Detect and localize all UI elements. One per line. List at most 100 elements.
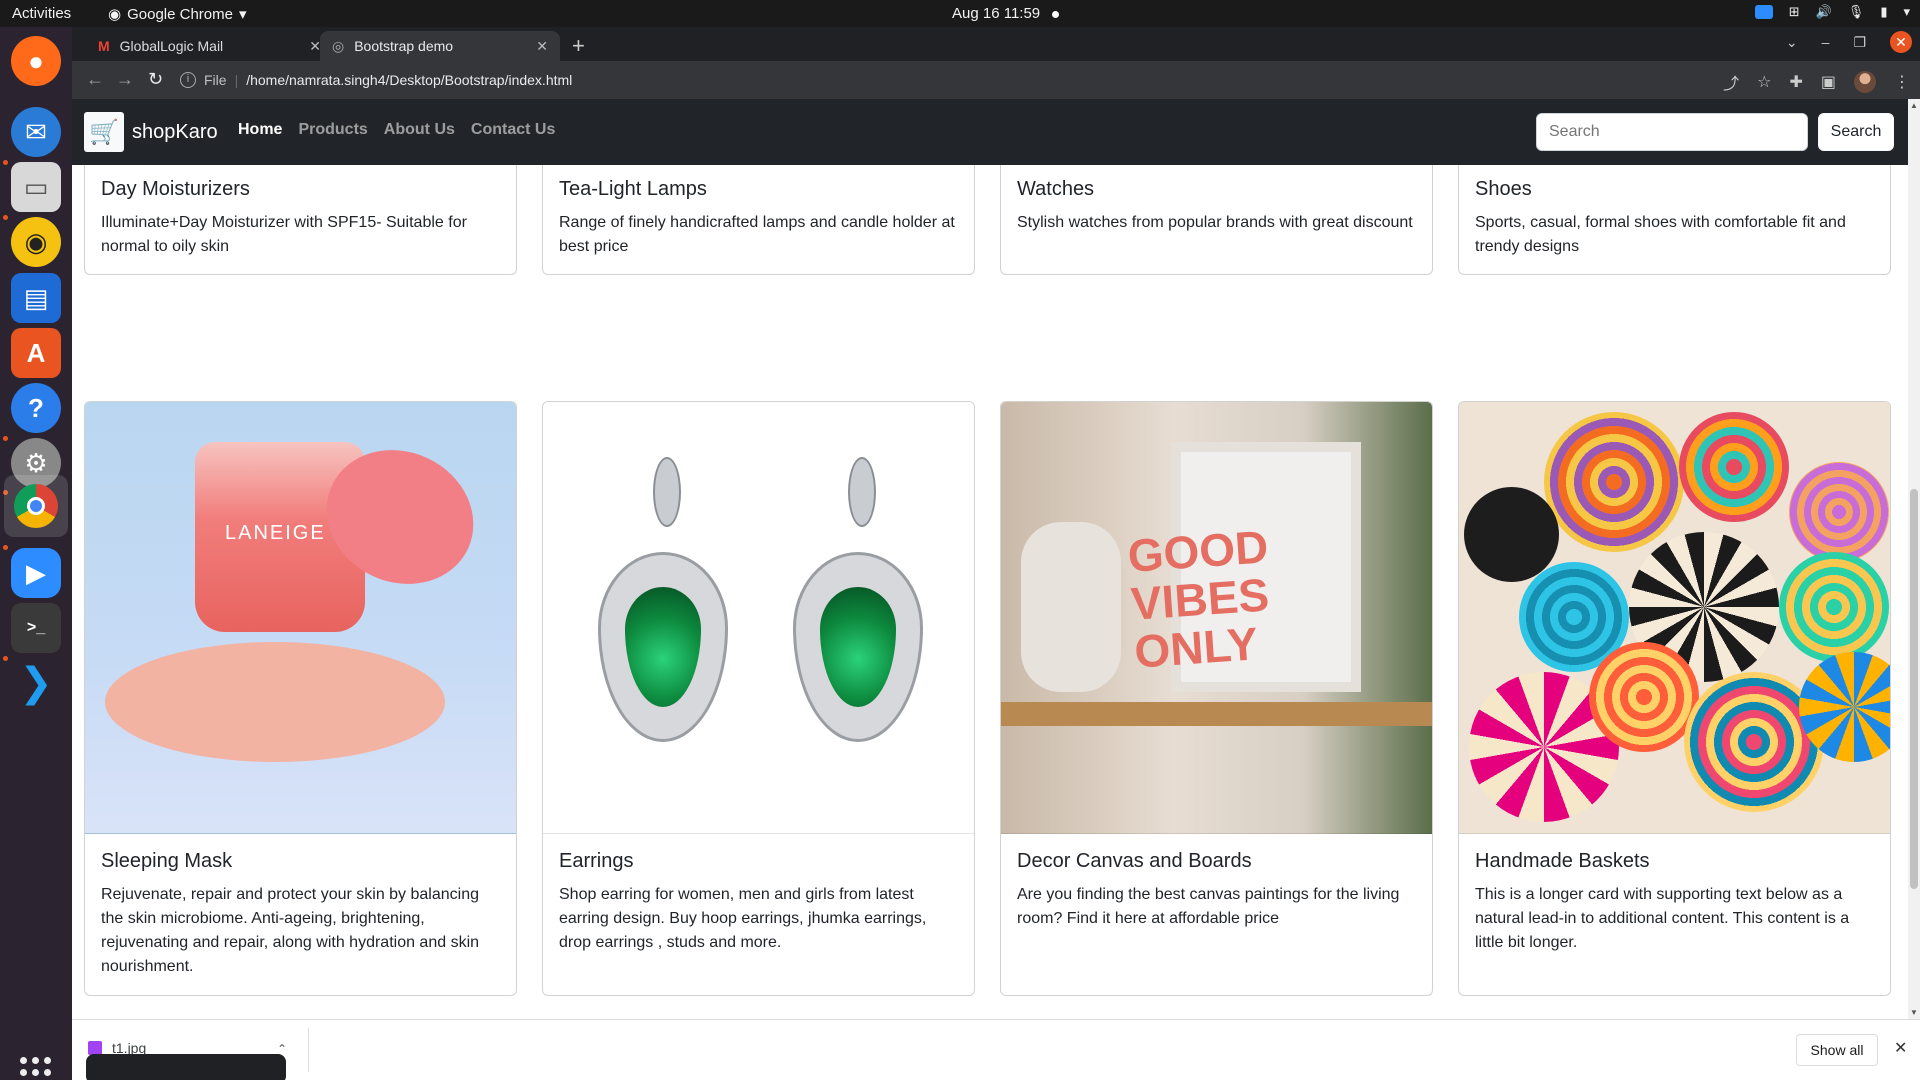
card-image xyxy=(1459,402,1890,834)
close-icon[interactable]: ✕ xyxy=(1894,1038,1907,1058)
card-title: Day Moisturizers xyxy=(101,178,250,200)
thunderbird-icon[interactable]: ✉ xyxy=(11,107,61,157)
forward-button[interactable]: → xyxy=(116,69,134,90)
web-page: Day Moisturizers Illuminate+Day Moisturi… xyxy=(72,99,1908,1019)
chevron-down-icon: ▾ xyxy=(238,6,247,23)
show-applications-icon[interactable] xyxy=(20,1057,52,1080)
app-menu[interactable]: ◉ Google Chrome ▾ xyxy=(108,5,247,24)
card-image xyxy=(543,402,974,834)
share-icon[interactable]: ⤴ xyxy=(1723,70,1739,94)
url-text: /home/namrata.singh4/Desktop/Bootstrap/i… xyxy=(246,72,573,88)
running-indicator xyxy=(3,160,8,165)
dock: ● ✉ ▭ ◉ ▤ A ? ⚙ ▶ >_ ❯ xyxy=(0,27,72,1080)
toolbar-actions: ⤴ ☆ ✚ ▣ ⋮ xyxy=(1723,70,1910,94)
card-title: Sleeping Mask xyxy=(101,850,233,872)
network-icon[interactable]: ⊞ xyxy=(1789,4,1800,20)
clock[interactable]: Aug 16 11:59 xyxy=(952,5,1060,22)
help-icon[interactable]: ? xyxy=(11,383,61,433)
tab-search-icon[interactable]: ⌄ xyxy=(1786,34,1798,51)
volume-icon[interactable]: 🔊 xyxy=(1816,4,1832,20)
nav-contact-us[interactable]: Contact Us xyxy=(471,121,555,139)
card-text: Stylish watches from popular brands with… xyxy=(1017,214,1413,231)
power-menu-icon[interactable]: ▾ xyxy=(1903,4,1910,20)
minimize-button[interactable]: – xyxy=(1822,34,1830,50)
scroll-up-arrow-icon[interactable]: ▲ xyxy=(1910,101,1918,110)
card-earrings: Earrings Shop earring for women, men and… xyxy=(542,401,975,996)
shopping-cart-icon: 🛒 xyxy=(84,112,124,152)
site-navbar: 🛒 shopKaro Home Products About Us Contac… xyxy=(72,99,1908,165)
nav-links: Home Products About Us Contact Us xyxy=(238,121,555,139)
card-text: Are you finding the best canvas painting… xyxy=(1017,886,1400,927)
chrome-small-icon: ◉ xyxy=(108,6,122,23)
battery-icon[interactable]: ▮ xyxy=(1880,4,1887,20)
nav-about-us[interactable]: About Us xyxy=(384,121,455,139)
card-title: Tea-Light Lamps xyxy=(559,178,707,200)
product-label-image-text: LANEIGE xyxy=(225,522,326,544)
rhythmbox-icon[interactable]: ◉ xyxy=(11,217,61,267)
search-input[interactable] xyxy=(1536,113,1808,151)
notification-dot xyxy=(1052,10,1060,18)
menu-icon[interactable]: ⋮ xyxy=(1894,72,1910,92)
restore-button[interactable]: ❐ xyxy=(1853,34,1866,51)
window-controls: ⌄ – ❐ ✕ xyxy=(1786,31,1912,53)
running-indicator xyxy=(3,436,8,441)
card-text: Rejuvenate, repair and protect your skin… xyxy=(101,886,480,975)
system-top-bar: Activities ◉ Google Chrome ▾ Aug 16 11:5… xyxy=(0,0,1920,27)
address-bar[interactable]: i File | /home/namrata.singh4/Desktop/Bo… xyxy=(180,65,1740,95)
globe-icon: ◎ xyxy=(332,37,345,54)
back-button[interactable]: ← xyxy=(86,69,104,90)
activities-button[interactable]: Activities xyxy=(12,5,71,22)
info-icon[interactable]: i xyxy=(180,72,196,88)
card-handmade-baskets: Handmade Baskets This is a longer card w… xyxy=(1458,401,1891,996)
tab-globallogic-mail[interactable]: M GlobalLogic Mail ✕ xyxy=(86,31,333,61)
brand-link[interactable]: 🛒 shopKaro xyxy=(84,112,218,152)
card-text: Illuminate+Day Moisturizer with SPF15- S… xyxy=(101,214,467,255)
vscode-icon[interactable]: ❯ xyxy=(11,658,61,708)
new-tab-button[interactable]: + xyxy=(572,33,585,59)
card-sleeping-mask: LANEIGE Sleeping Mask Rejuvenate, repair… xyxy=(84,401,517,996)
zoom-icon[interactable]: ▶ xyxy=(11,548,61,598)
divider xyxy=(308,1028,309,1072)
card-title: Shoes xyxy=(1475,178,1532,200)
extensions-icon[interactable]: ✚ xyxy=(1789,72,1802,92)
card-image: LANEIGE xyxy=(85,402,516,834)
url-separator: | xyxy=(234,72,239,88)
search-button[interactable]: Search xyxy=(1818,113,1894,151)
scrollbar-thumb[interactable] xyxy=(1910,489,1918,889)
profile-avatar[interactable] xyxy=(1854,71,1876,93)
show-all-button[interactable]: Show all xyxy=(1796,1034,1878,1066)
gmail-icon: M xyxy=(98,38,110,54)
firefox-icon[interactable]: ● xyxy=(11,36,61,86)
libreoffice-writer-icon[interactable]: ▤ xyxy=(11,273,61,323)
download-tooltip xyxy=(86,1054,286,1080)
chrome-icon[interactable] xyxy=(4,475,68,537)
reload-button[interactable]: ↻ xyxy=(148,69,163,90)
card-title: Decor Canvas and Boards xyxy=(1017,850,1252,872)
microphone-icon[interactable]: 🎙 xyxy=(1848,4,1865,20)
card-text: Shop earring for women, men and girls fr… xyxy=(559,886,927,951)
bookmark-star-icon[interactable]: ☆ xyxy=(1757,72,1771,92)
nav-products[interactable]: Products xyxy=(298,121,367,139)
tab-bootstrap-demo[interactable]: ◎ Bootstrap demo ✕ xyxy=(320,31,560,61)
zoom-tray-icon[interactable] xyxy=(1754,5,1773,19)
card-decor-canvas: GOOD VIBES ONLY Decor Canvas and Boards Ar… xyxy=(1000,401,1433,996)
image-file-icon xyxy=(88,1041,102,1055)
brand-name: shopKaro xyxy=(132,120,218,143)
close-icon[interactable]: ✕ xyxy=(536,38,548,55)
download-bar: t1.jpg ⌃ Show all ✕ xyxy=(72,1019,1920,1080)
scroll-down-arrow-icon[interactable]: ▼ xyxy=(1910,1008,1918,1017)
software-center-icon[interactable]: A xyxy=(11,328,61,378)
system-tray[interactable]: ⊞ 🔊 🎙 ▮ ▾ xyxy=(1754,4,1910,20)
running-indicator xyxy=(3,215,8,220)
page-scrollbar[interactable]: ▲ ▼ xyxy=(1908,99,1920,1019)
card-title: Earrings xyxy=(559,850,634,872)
side-panel-icon[interactable]: ▣ xyxy=(1821,72,1836,92)
terminal-icon[interactable]: >_ xyxy=(11,603,61,653)
browser-toolbar: ← → ↻ i File | /home/namrata.singh4/Desk… xyxy=(72,61,1920,99)
card-image: GOOD VIBES ONLY xyxy=(1001,402,1432,834)
nav-home[interactable]: Home xyxy=(238,121,282,139)
card-title: Watches xyxy=(1017,178,1095,200)
tab-strip: M GlobalLogic Mail ✕ ◎ Bootstrap demo ✕ … xyxy=(72,27,1920,61)
close-window-button[interactable]: ✕ xyxy=(1890,31,1912,53)
files-icon[interactable]: ▭ xyxy=(11,162,61,212)
